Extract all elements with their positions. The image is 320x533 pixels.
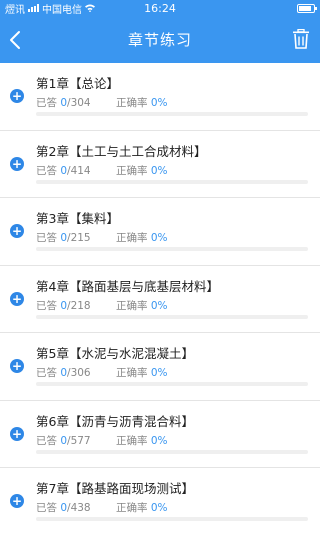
plus-circle-icon[interactable]: + (10, 89, 24, 103)
plus-circle-icon[interactable]: + (10, 291, 24, 306)
accuracy-group: 正确率 0% (116, 433, 168, 448)
status-right (297, 3, 317, 13)
status-bar: 熤讯 中国电信 16:24 (0, 0, 320, 16)
accuracy-value: 0% (150, 299, 168, 312)
page-title: 章节练习 (127, 31, 192, 49)
chapter-title: 第6章【沥青与沥青混合料】 (36, 413, 194, 429)
chapter-title: 第1章【总论】 (36, 76, 119, 91)
plus-circle-icon[interactable]: + (10, 156, 24, 171)
question-total: /218 (67, 299, 91, 312)
progress-bar (36, 179, 308, 184)
accuracy-group: 正确率 0% (116, 298, 168, 313)
chapter-title: 第3章【集料】 (36, 211, 119, 226)
progress-bar (36, 449, 308, 454)
accuracy-label: 正确率 (116, 367, 148, 379)
chapter-title: 第7章【路基路面现场测试】 (36, 481, 194, 496)
answered-label: 已答 (36, 232, 57, 244)
chapter-list: + 第1章【总论】 已答 0/304 正确率 0% + 第2章【土工与土工合成材… (0, 63, 320, 533)
question-total: /577 (67, 434, 91, 447)
chapter-stats: 已答 0/215 正确率 0% (36, 230, 168, 245)
accuracy-value: 0% (150, 97, 168, 109)
question-total: /438 (67, 502, 91, 514)
trash-icon[interactable] (292, 29, 310, 49)
answered-label: 已答 (36, 164, 57, 177)
question-total: /304 (67, 97, 91, 109)
accuracy-label: 正确率 (116, 502, 148, 514)
accuracy-label: 正确率 (116, 164, 148, 177)
accuracy-label: 正确率 (116, 97, 148, 109)
chapter-stats: 已答 0/218 正确率 0% (36, 298, 168, 313)
back-button[interactable] (6, 28, 26, 52)
plus-circle-icon[interactable]: + (10, 359, 24, 373)
accuracy-label: 正确率 (116, 232, 148, 244)
accuracy-label: 正确率 (116, 299, 148, 312)
chapter-item[interactable]: + 第7章【路基路面现场测试】 已答 0/438 正确率 0% (0, 468, 320, 533)
accuracy-value: 0% (150, 434, 168, 447)
accuracy-value: 0% (150, 367, 168, 379)
progress-bar (36, 314, 308, 319)
header: 章节练习 (0, 16, 320, 63)
chapter-stats: 已答 0/304 正确率 0% (36, 95, 168, 110)
accuracy-value: 0% (150, 164, 168, 177)
chapter-item[interactable]: + 第1章【总论】 已答 0/304 正确率 0% (0, 63, 320, 131)
status-time: 16:24 (144, 1, 176, 15)
accuracy-group: 正确率 0% (116, 365, 168, 380)
progress-bar (36, 112, 308, 116)
progress-bar (36, 517, 308, 521)
progress-bar (36, 382, 308, 386)
chapter-stats: 已答 0/306 正确率 0% (36, 365, 168, 380)
answered-label: 已答 (36, 502, 57, 514)
battery-icon (297, 3, 317, 13)
chapter-item[interactable]: + 第3章【集料】 已答 0/215 正确率 0% (0, 198, 320, 266)
accuracy-group: 正确率 0% (116, 500, 168, 515)
chapter-item[interactable]: + 第5章【水泥与水泥混凝土】 已答 0/306 正确率 0% (0, 333, 320, 401)
chapter-item[interactable]: + 第4章【路面基层与底基层材料】 已答 0/218 正确率 0% (0, 266, 320, 333)
plus-circle-icon[interactable]: + (10, 426, 24, 441)
accuracy-value: 0% (150, 232, 168, 244)
question-total: /414 (67, 164, 91, 177)
accuracy-value: 0% (150, 502, 168, 514)
plus-circle-icon[interactable]: + (10, 494, 24, 508)
accuracy-group: 正确率 0% (116, 163, 168, 178)
question-total: /215 (67, 232, 91, 244)
accuracy-group: 正确率 0% (116, 230, 168, 245)
chapter-item[interactable]: + 第6章【沥青与沥青混合料】 已答 0/577 正确率 0% (0, 401, 320, 468)
answered-label: 已答 (36, 97, 57, 109)
chapter-title: 第2章【土工与土工合成材料】 (36, 143, 207, 159)
chapter-stats: 已答 0/577 正确率 0% (36, 433, 168, 448)
accuracy-group: 正确率 0% (116, 95, 168, 110)
chapter-title: 第4章【路面基层与底基层材料】 (36, 278, 219, 294)
answered-label: 已答 (36, 367, 57, 379)
chapter-title: 第5章【水泥与水泥混凝土】 (36, 346, 194, 361)
answered-label: 已答 (36, 299, 57, 312)
accuracy-label: 正确率 (116, 434, 148, 447)
plus-circle-icon[interactable]: + (10, 224, 24, 238)
chapter-stats: 已答 0/414 正确率 0% (36, 163, 168, 178)
chapter-item[interactable]: + 第2章【土工与土工合成材料】 已答 0/414 正确率 0% (0, 131, 320, 198)
question-total: /306 (67, 367, 91, 379)
answered-label: 已答 (36, 434, 57, 447)
chapter-stats: 已答 0/438 正确率 0% (36, 500, 168, 515)
progress-bar (36, 247, 308, 251)
